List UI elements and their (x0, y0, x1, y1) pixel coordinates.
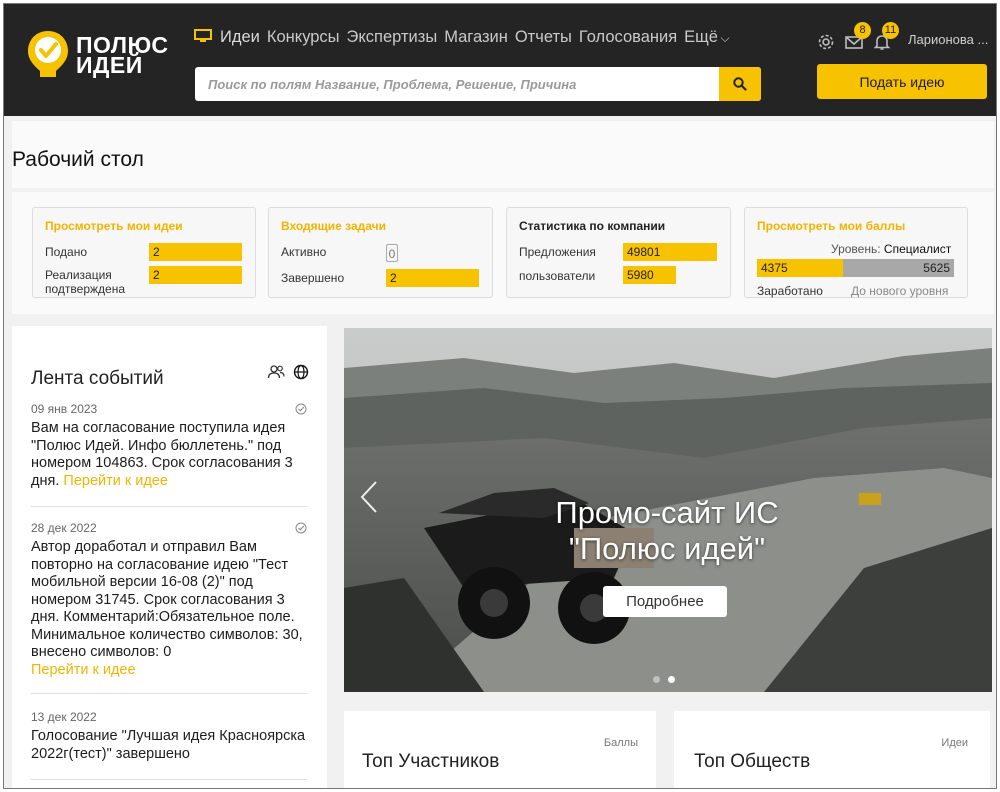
users-label: пользователи (519, 269, 596, 283)
company-stats-card: Статистика по компании Предложения 49801… (506, 207, 731, 298)
my-ideas-card: Просмотреть мои идеи Подано 2 Реализация… (32, 207, 256, 298)
main-nav: Идеи Конкурсы Экспертизы Магазин Отчеты … (194, 28, 737, 47)
nav-contests[interactable]: Конкурсы (267, 28, 340, 47)
nav-ideas[interactable]: Идеи (220, 28, 260, 47)
banner-title-line1: Промо-сайт ИС (555, 495, 779, 530)
more-details-button[interactable]: Подробнее (603, 586, 727, 617)
banner-title: Промо-сайт ИС "Полюс идей" (532, 495, 802, 567)
carousel-dot-active[interactable] (668, 676, 675, 683)
feed-date-text: 13 дек 2022 (31, 710, 97, 724)
top-participants-title: Топ Участников (362, 751, 500, 772)
points-card: Просмотреть мои баллы Уровень: Специалис… (744, 207, 968, 298)
level-value: Специалист (883, 242, 952, 256)
feed-filters (267, 364, 309, 380)
promo-banner[interactable]: Промо-сайт ИС "Полюс идей" Подробнее (344, 328, 992, 692)
header-icons: 8 11 (816, 22, 900, 54)
nav-shop[interactable]: Магазин (444, 28, 508, 47)
search-box (195, 67, 761, 101)
feed-item-date: 13 дек 2022 (31, 708, 307, 728)
chevron-left-icon[interactable] (360, 480, 378, 514)
top-companies-title: Топ Обществ (694, 751, 811, 772)
search-icon (733, 77, 747, 91)
carousel-dot[interactable] (653, 676, 660, 683)
banner-title-line2: "Полюс идей" (568, 531, 766, 566)
submitted-value: 2 (149, 243, 242, 261)
done-value: 2 (386, 269, 479, 287)
bell-badge: 11 (882, 22, 899, 39)
lightbulb-check-icon (28, 31, 68, 77)
company-stats-title: Статистика по компании (519, 219, 666, 233)
logo-text: ПОЛЮС ИДЕЙ (76, 34, 169, 78)
done-label: Завершено (281, 271, 345, 285)
points-next-value: 5625 (923, 261, 950, 275)
implemented-value: 2 (149, 266, 242, 284)
level-label: Уровень: (831, 242, 881, 256)
points-progress-bar: 4375 5625 (757, 259, 954, 277)
chevron-down-icon: ⌵ (720, 31, 730, 45)
nav-reports[interactable]: Отчеты (515, 28, 572, 47)
tasks-title-link[interactable]: Входящие задачи (281, 219, 386, 233)
implemented-label: Реализация подтверждена (45, 268, 125, 296)
feed-item-text: Автор доработал и отправил Вам повторно … (31, 539, 307, 679)
check-circle-icon (295, 522, 307, 534)
proposals-value: 49801 (623, 243, 717, 261)
submitted-label: Подано (45, 245, 88, 259)
feed-item: 13 дек 2022 Голосование "Лучшая идея Кра… (31, 708, 307, 780)
go-to-idea-link[interactable]: Перейти к идее (63, 473, 168, 489)
ideas-column-label: Идеи (941, 737, 968, 749)
points-earned-value: 4375 (761, 261, 788, 275)
feed-item-text: Вам на согласование поступила идея "Полю… (31, 420, 307, 490)
nav-more[interactable]: Ещё ⌵ (684, 28, 729, 47)
feed-item-date: 09 янв 2023 (31, 400, 307, 420)
feed-item: 28 дек 2022 Автор доработал и отправил В… (31, 519, 307, 694)
title-bar (12, 121, 994, 188)
page-title: Рабочий стол (12, 148, 144, 171)
event-feed: Лента событий 09 янв 2023 Вам на согласо… (12, 326, 327, 788)
my-ideas-title-link[interactable]: Просмотреть мои идеи (45, 219, 183, 233)
points-column-label: Баллы (603, 737, 638, 749)
app-window: ПОЛЮС ИДЕЙ Идеи Конкурсы Экспертизы Мага… (3, 3, 997, 789)
globe-icon[interactable] (293, 364, 309, 380)
nav-expertise[interactable]: Экспертизы (347, 28, 438, 47)
carousel-dots (653, 676, 683, 683)
feed-item: 09 янв 2023 Вам на согласование поступил… (31, 400, 307, 507)
earned-label: Заработано (757, 284, 823, 298)
settings-button[interactable] (816, 32, 836, 52)
active-value: 0 (386, 244, 398, 262)
feed-date-text: 09 янв 2023 (31, 402, 98, 416)
feed-item-date: 28 дек 2022 (31, 519, 307, 539)
tasks-card: Входящие задачи Активно 0 Завершено 2 (268, 207, 493, 298)
proposals-label: Предложения (519, 245, 596, 259)
search-button[interactable] (719, 67, 761, 101)
feed-date-text: 28 дек 2022 (31, 521, 97, 535)
top-companies-panel: Идеи Топ Обществ (674, 711, 990, 788)
mail-badge: 8 (854, 22, 871, 39)
messages-button[interactable]: 8 (844, 22, 871, 52)
check-circle-icon (295, 403, 307, 415)
nav-more-label: Ещё (684, 28, 718, 46)
logo[interactable]: ПОЛЮС ИДЕЙ (26, 29, 169, 84)
submit-idea-button[interactable]: Подать идею (817, 64, 987, 99)
active-label: Активно (281, 245, 327, 259)
logo-line2: ИДЕЙ (76, 52, 143, 78)
points-title-link[interactable]: Просмотреть мои баллы (757, 219, 905, 233)
monitor-icon[interactable] (194, 28, 212, 43)
feed-title: Лента событий (31, 368, 164, 389)
users-icon[interactable] (267, 364, 285, 380)
top-header: ПОЛЮС ИДЕЙ Идеи Конкурсы Экспертизы Мага… (4, 4, 996, 116)
next-level-label: До нового уровня (851, 284, 949, 298)
notifications-button[interactable]: 11 (872, 22, 899, 52)
feed-text: Автор доработал и отправил Вам повторно … (31, 539, 303, 660)
top-participants-panel: Баллы Топ Участников (344, 711, 656, 788)
level-line: Уровень: Специалист (831, 242, 951, 256)
go-to-idea-link[interactable]: Перейти к идее (31, 662, 307, 680)
feed-item-text: Голосование "Лучшая идея Красноярска 202… (31, 728, 306, 762)
nav-voting[interactable]: Голосования (579, 28, 677, 47)
user-menu[interactable]: Ларионова ... (908, 32, 988, 47)
users-value: 5980 (623, 266, 676, 284)
search-input[interactable] (195, 67, 719, 101)
gear-icon (818, 34, 834, 50)
